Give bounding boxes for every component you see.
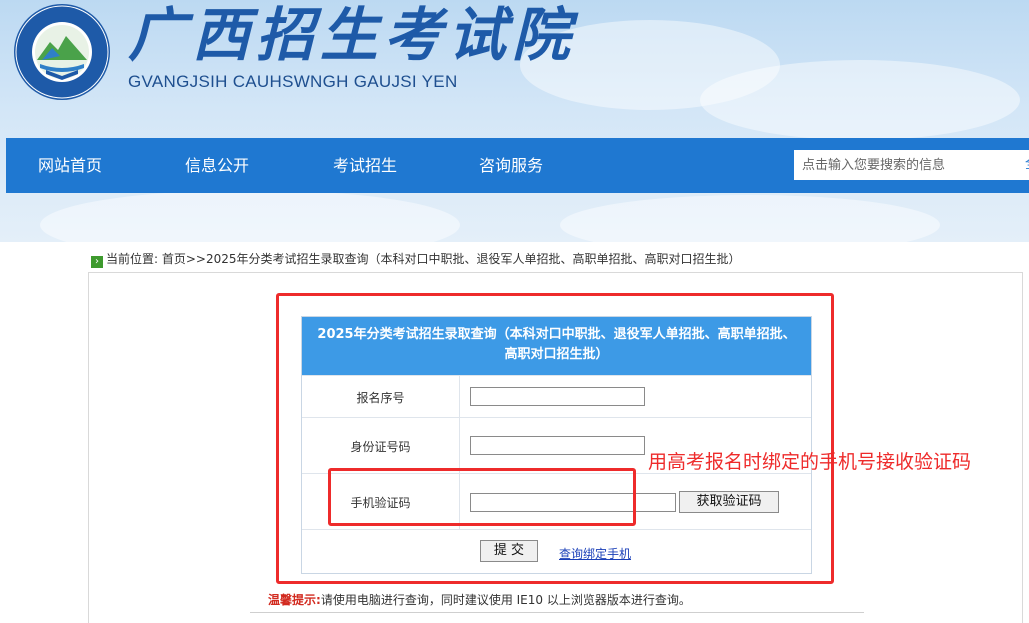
breadcrumb-label: 当前位置: [106,252,159,266]
tip-notice: 温馨提示:请使用电脑进行查询，同时建议使用 IE10 以上浏览器版本进行查询。 [268,591,691,608]
highlight-box-sms-code [328,468,636,526]
tip-text: 请使用电脑进行查询，同时建议使用 IE10 以上浏览器版本进行查询。 [320,593,691,607]
nav-exam-enrollment[interactable]: 考试招生 [333,138,397,193]
nav-home[interactable]: 网站首页 [38,138,102,193]
breadcrumb: › 当前位置: 首页>>2025年分类考试招生录取查询（本科对口中职批、退役军人单… [91,250,741,268]
background-cloud [700,60,1020,140]
site-title: 广西招生考试院 [128,1,577,69]
site-header: 广西招生考试院 GVANGJSIH CAUHSWNGH GAUJSI YEN 网… [0,0,1029,242]
background-cloud [560,195,940,242]
nav-info-disclosure[interactable]: 信息公开 [185,138,249,193]
nav-consulting[interactable]: 咨询服务 [479,138,543,193]
main-nav: 网站首页 信息公开 考试招生 咨询服务 全 [6,138,1029,193]
arrow-right-icon: › [91,256,103,268]
highlight-box-form [276,293,834,584]
tip-label: 温馨提示: [268,593,321,607]
background-cloud [40,190,460,242]
breadcrumb-path[interactable]: 首页>>2025年分类考试招生录取查询（本科对口中职批、退役军人单招批、高职单招… [162,252,741,266]
search-input[interactable] [794,150,1009,180]
divider [250,612,864,613]
search-button[interactable]: 全 [1009,150,1029,180]
site-logo[interactable] [12,2,112,102]
annotation-text: 用高考报名时绑定的手机号接收验证码 [648,451,972,473]
site-subtitle: GVANGJSIH CAUHSWNGH GAUJSI YEN [128,72,458,91]
